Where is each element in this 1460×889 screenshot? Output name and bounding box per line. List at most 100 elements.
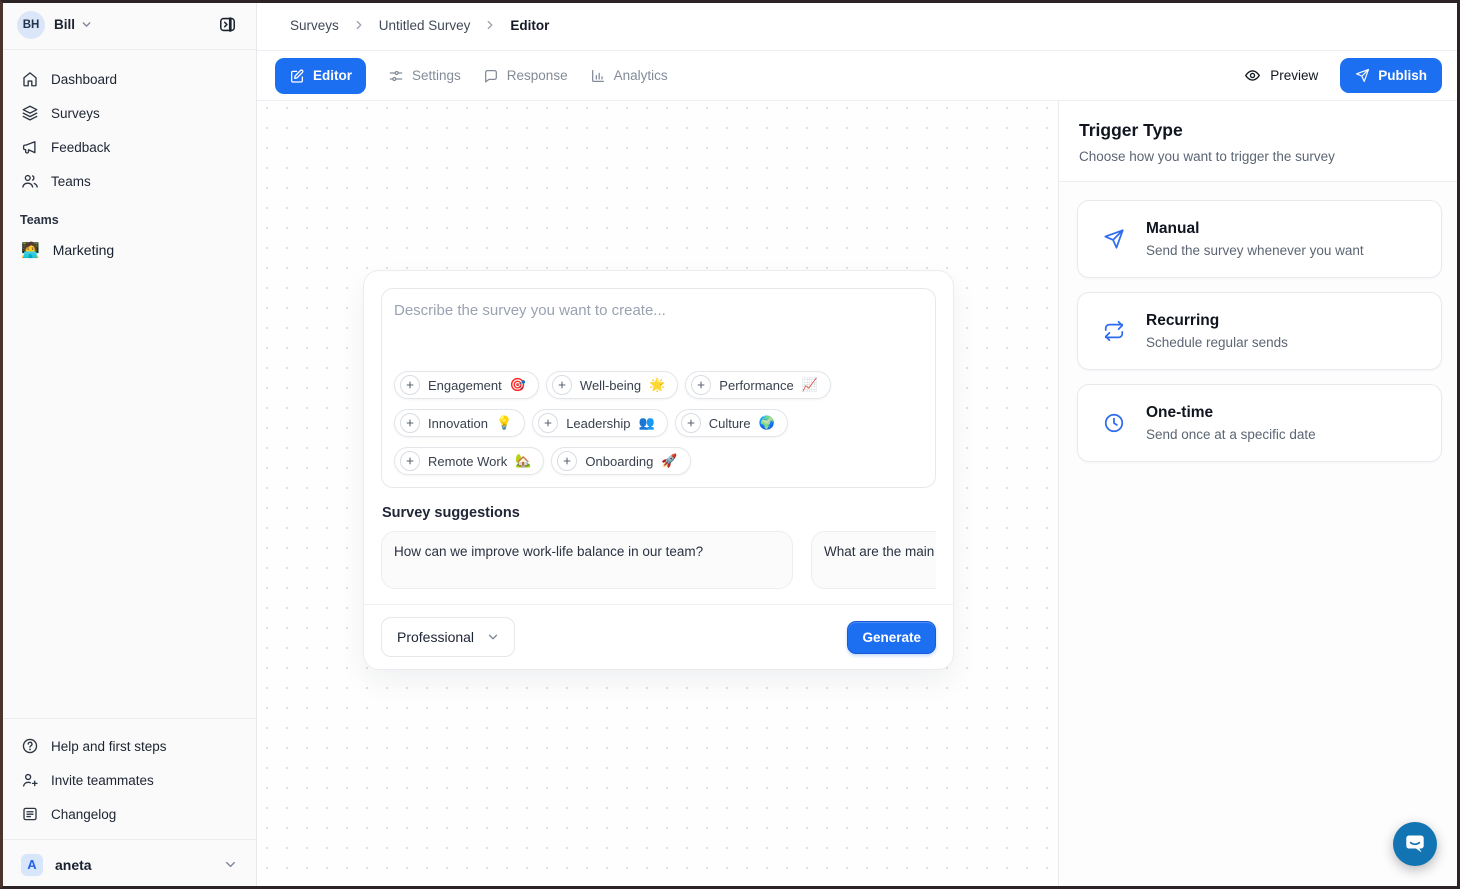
sidebar-item-label: Surveys (51, 106, 100, 121)
chat-launcher-button[interactable] (1393, 822, 1437, 866)
chip-emoji: 🎯 (510, 377, 526, 393)
sliders-icon (388, 68, 404, 84)
trigger-option-description: Send the survey whenever you want (1146, 243, 1364, 258)
sidebar-item-invite[interactable]: Invite teammates (12, 763, 244, 797)
chip-emoji: 💡 (496, 415, 512, 431)
plus-icon (400, 375, 420, 395)
chip-label: Engagement (428, 378, 502, 393)
trigger-option-one-time[interactable]: One-time Send once at a specific date (1077, 384, 1442, 462)
layers-icon (21, 104, 39, 122)
sidebar-team-marketing[interactable]: 🧑‍💻 Marketing (12, 231, 244, 269)
sidebar-item-teams[interactable]: Teams (12, 164, 244, 198)
trigger-option-manual[interactable]: Manual Send the survey whenever you want (1077, 200, 1442, 278)
workspace-name: Bill (54, 17, 75, 32)
survey-prompt-input[interactable] (394, 302, 923, 371)
bar-chart-icon (590, 68, 606, 84)
chip-engagement[interactable]: Engagement 🎯 (394, 371, 539, 399)
sidebar-item-label: Dashboard (51, 72, 117, 87)
chip-well-being[interactable]: Well-being 🌟 (546, 371, 678, 399)
trigger-option-text: One-time Send once at a specific date (1146, 404, 1316, 442)
suggestions-title: Survey suggestions (382, 505, 936, 521)
chip-culture[interactable]: Culture 🌍 (675, 409, 788, 437)
plus-icon (538, 413, 558, 433)
suggestions-row: How can we improve work-life balance in … (381, 531, 936, 589)
trigger-option-title: One-time (1146, 404, 1316, 422)
main-column: Surveys Untitled Survey Editor Editor Se… (257, 0, 1460, 889)
chip-leadership[interactable]: Leadership 👥 (532, 409, 668, 437)
tab-settings[interactable]: Settings (388, 68, 461, 84)
plus-icon (681, 413, 701, 433)
tone-select[interactable]: Professional (381, 617, 515, 657)
chevron-right-icon (483, 18, 497, 32)
help-circle-icon (21, 737, 39, 755)
collapse-sidebar-icon (218, 15, 237, 34)
megaphone-icon (21, 138, 39, 156)
chip-innovation[interactable]: Innovation 💡 (394, 409, 525, 437)
editor-toolbar: Editor Settings Response Analytics Previ… (257, 51, 1460, 101)
chip-performance[interactable]: Performance 📈 (685, 371, 831, 399)
trigger-panel: Trigger Type Choose how you want to trig… (1058, 101, 1460, 889)
chat-bubble-icon (1403, 832, 1427, 856)
chevron-down-icon (486, 630, 500, 644)
chip-emoji: 🌟 (649, 377, 665, 393)
user-avatar: A (21, 854, 43, 876)
chip-emoji: 🌍 (759, 415, 775, 431)
chip-label: Remote Work (428, 454, 507, 469)
publish-button[interactable]: Publish (1340, 58, 1442, 93)
breadcrumb-untitled-survey[interactable]: Untitled Survey (379, 18, 471, 33)
panel-title: Trigger Type (1079, 120, 1440, 141)
teams-section-label: Teams (20, 213, 236, 227)
plus-icon (552, 375, 572, 395)
content-row: Engagement 🎯 Well-being 🌟 Performance (257, 101, 1460, 889)
sidebar-item-help[interactable]: Help and first steps (12, 729, 244, 763)
breadcrumb-surveys[interactable]: Surveys (290, 18, 339, 33)
sidebar-item-dashboard[interactable]: Dashboard (12, 62, 244, 96)
generate-button[interactable]: Generate (847, 621, 936, 654)
trigger-panel-header: Trigger Type Choose how you want to trig… (1059, 101, 1460, 182)
chip-label: Leadership (566, 416, 630, 431)
trigger-option-recurring[interactable]: Recurring Schedule regular sends (1077, 292, 1442, 370)
plus-icon (400, 413, 420, 433)
sidebar-item-label: Teams (51, 174, 91, 189)
composer-footer: Professional Generate (381, 617, 936, 657)
plus-icon (691, 375, 711, 395)
trigger-option-text: Manual Send the survey whenever you want (1146, 220, 1364, 258)
workspace-switcher[interactable]: BH Bill (0, 0, 256, 50)
tab-label: Editor (313, 68, 352, 83)
chip-emoji: 👥 (639, 415, 655, 431)
chat-square-icon (483, 68, 499, 84)
user-menu[interactable]: A aneta (0, 839, 256, 889)
chip-onboarding[interactable]: Onboarding 🚀 (551, 447, 690, 475)
chip-remote-work[interactable]: Remote Work 🏡 (394, 447, 544, 475)
tab-analytics[interactable]: Analytics (590, 68, 668, 84)
topic-chips: Engagement 🎯 Well-being 🌟 Performance (394, 371, 923, 475)
suggestion-card[interactable]: How can we improve work-life balance in … (381, 531, 793, 589)
send-icon (1355, 68, 1370, 83)
sidebar-item-surveys[interactable]: Surveys (12, 96, 244, 130)
users-icon (21, 172, 39, 190)
workspace-avatar: BH (17, 11, 45, 39)
chip-label: Onboarding (585, 454, 653, 469)
preview-button[interactable]: Preview (1244, 67, 1318, 84)
suggestion-card[interactable]: What are the main ob (811, 531, 936, 589)
breadcrumb-editor: Editor (510, 18, 549, 33)
sidebar-item-changelog[interactable]: Changelog (12, 797, 244, 831)
tab-label: Response (507, 68, 568, 83)
chip-emoji: 📈 (802, 377, 818, 393)
plus-icon (557, 451, 577, 471)
composer-divider (364, 604, 953, 605)
send-icon (1103, 228, 1125, 250)
tab-label: Settings (412, 68, 461, 83)
sidebar-item-feedback[interactable]: Feedback (12, 130, 244, 164)
editor-canvas[interactable]: Engagement 🎯 Well-being 🌟 Performance (257, 101, 1058, 889)
tab-response[interactable]: Response (483, 68, 568, 84)
changelog-icon (21, 805, 39, 823)
user-name: aneta (55, 857, 92, 873)
collapse-sidebar-button[interactable] (211, 9, 243, 41)
tone-value: Professional (397, 629, 474, 645)
sidebar-item-label: Invite teammates (51, 773, 154, 788)
publish-label: Publish (1378, 68, 1427, 83)
panel-subtitle: Choose how you want to trigger the surve… (1079, 149, 1440, 164)
tab-editor[interactable]: Editor (275, 58, 366, 94)
sidebar-item-label: Feedback (51, 140, 110, 155)
